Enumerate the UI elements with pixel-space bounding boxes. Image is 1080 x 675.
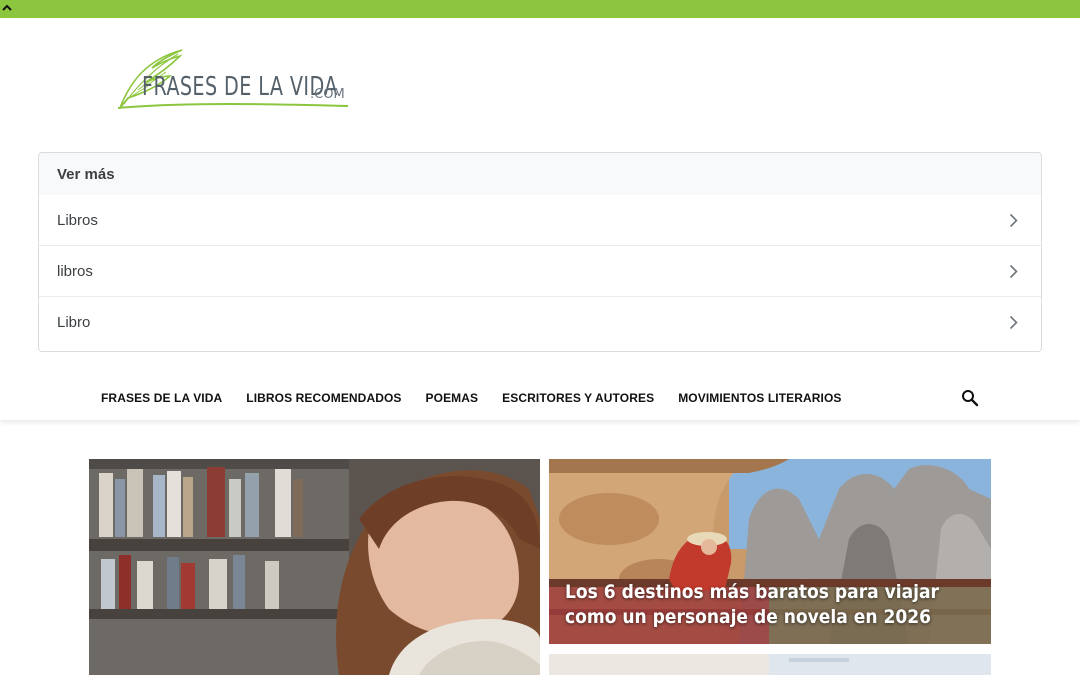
- nav-item-escritores-y-autores[interactable]: ESCRITORES Y AUTORES: [502, 391, 654, 405]
- chevron-right-icon: [1007, 315, 1019, 331]
- collapse-toggle[interactable]: [0, 0, 14, 14]
- article-thumbnail-image: [549, 654, 991, 675]
- featured-article-next[interactable]: [549, 654, 991, 675]
- related-searches-header: Ver más: [39, 153, 1041, 195]
- featured-article-main[interactable]: [89, 459, 540, 675]
- nav-item-libros-recomendados[interactable]: LIBROS RECOMENDADOS: [246, 391, 401, 405]
- nav-menu: FRASES DE LA VIDA LIBROS RECOMENDADOS PO…: [101, 376, 866, 420]
- nav-item-poemas[interactable]: POEMAS: [426, 391, 479, 405]
- related-search-label: libros: [57, 262, 93, 280]
- site-logo[interactable]: FRASES DE LA VIDA .COM: [116, 46, 352, 112]
- related-search-item[interactable]: Libro: [39, 297, 1041, 348]
- nav-item-frases-de-la-vida[interactable]: FRASES DE LA VIDA: [101, 391, 222, 405]
- chevron-right-icon: [1007, 263, 1019, 279]
- chevron-right-icon: [1007, 212, 1019, 228]
- search-button[interactable]: [961, 389, 979, 407]
- related-search-label: Libros: [57, 211, 98, 229]
- logo-suffix: .COM: [310, 87, 345, 102]
- related-search-label: Libro: [57, 314, 91, 331]
- related-search-item[interactable]: Libros: [39, 195, 1041, 246]
- chevron-up-icon: [2, 4, 12, 11]
- search-icon: [962, 390, 979, 407]
- top-accent-bar: [0, 0, 1080, 18]
- related-search-item[interactable]: libros: [39, 246, 1041, 297]
- related-searches-box: Ver más Libros libros Libro: [38, 152, 1042, 352]
- featured-article-travel[interactable]: Los 6 destinos más baratos para viajar c…: [549, 459, 991, 644]
- article-title[interactable]: Los 6 destinos más baratos para viajar c…: [565, 580, 980, 630]
- main-navigation: FRASES DE LA VIDA LIBROS RECOMENDADOS PO…: [0, 376, 1080, 420]
- woman-reading-image: [89, 459, 540, 675]
- logo-text: FRASES DE LA VIDA: [142, 72, 338, 102]
- nav-item-movimientos-literarios[interactable]: MOVIMIENTOS LITERARIOS: [678, 391, 841, 405]
